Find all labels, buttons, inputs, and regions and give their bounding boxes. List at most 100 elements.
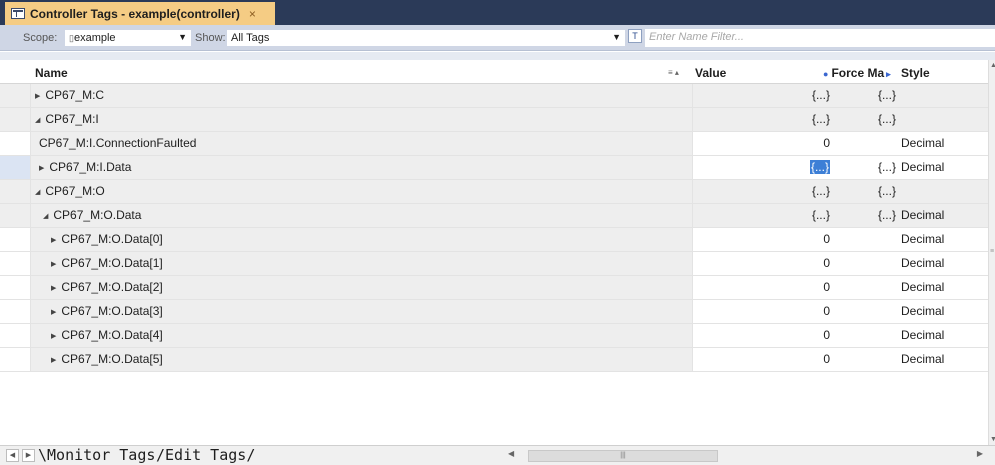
row-selector[interactable]	[0, 300, 31, 323]
value-cell[interactable]: {...}	[692, 156, 838, 179]
value-cell[interactable]: 0	[692, 324, 838, 347]
force-cell[interactable]: {...}	[838, 156, 898, 179]
table-row[interactable]: ▶ CP67_M:O.Data[1] 0 Decimal	[0, 252, 988, 276]
table-row[interactable]: ◢ CP67_M:O {...} {...}	[0, 180, 988, 204]
filter-icon[interactable]: T	[628, 29, 642, 43]
style-cell[interactable]: Decimal	[898, 228, 988, 251]
table-row[interactable]: CP67_M:I.ConnectionFaulted 0 Decimal	[0, 132, 988, 156]
scroll-right-icon[interactable]: ▶	[977, 449, 983, 458]
force-cell[interactable]	[838, 300, 898, 323]
style-cell[interactable]: Decimal	[898, 300, 988, 323]
name-cell: ▶ CP67_M:I.Data	[31, 156, 692, 179]
style-cell[interactable]	[898, 84, 988, 107]
force-cell[interactable]	[838, 348, 898, 371]
row-selector[interactable]	[0, 180, 31, 203]
value-cell[interactable]: {...}	[692, 108, 838, 131]
collapse-arrow-icon[interactable]: ◢	[35, 189, 40, 196]
scroll-down-icon[interactable]: ▼	[990, 436, 995, 443]
row-selector[interactable]	[0, 324, 31, 347]
value-cell[interactable]: 0	[692, 348, 838, 371]
tab-controller-tags[interactable]: Controller Tags - example(controller) ×	[5, 2, 275, 25]
row-selector[interactable]	[0, 132, 31, 155]
tag-grid: Name ≡ ▴ Value ● Force Ma ▸ Style ▶ CP67_M:…	[0, 60, 988, 445]
style-cell[interactable]	[898, 108, 988, 131]
row-selector[interactable]	[0, 228, 31, 251]
tab-monitor-tags[interactable]: \Monitor Tags	[38, 446, 155, 464]
collapse-arrow-icon[interactable]: ◢	[43, 213, 48, 220]
name-cell: ◢ CP67_M:I	[35, 112, 99, 126]
value-cell[interactable]: 0	[692, 252, 838, 275]
row-selector[interactable]	[0, 276, 31, 299]
force-cell[interactable]: {...}	[838, 204, 898, 227]
expand-arrow-icon[interactable]: ▶	[51, 237, 56, 244]
style-cell[interactable]	[898, 180, 988, 203]
horizontal-scrollbar[interactable]: ◀ ||| ▶	[508, 449, 983, 463]
expand-arrow-icon[interactable]: ▶	[51, 261, 56, 268]
row-selector[interactable]	[0, 84, 31, 107]
name-cell: ▶ CP67_M:O.Data[0]	[31, 228, 692, 251]
value-cell[interactable]: {...}	[692, 204, 838, 227]
scroll-grip-icon[interactable]: ≡	[990, 248, 994, 255]
collapse-arrow-icon[interactable]: ◢	[35, 117, 40, 124]
row-selector[interactable]	[0, 204, 31, 227]
force-cell[interactable]: {...}	[838, 108, 898, 131]
style-cell[interactable]: Decimal	[898, 324, 988, 347]
table-row[interactable]: ▶ CP67_M:O.Data[4] 0 Decimal	[0, 324, 988, 348]
value-cell[interactable]: 0	[692, 132, 838, 155]
close-icon[interactable]: ×	[249, 7, 256, 21]
column-header-name[interactable]: Name	[35, 66, 68, 80]
vertical-scrollbar[interactable]: ▲ ≡ ▼	[988, 60, 995, 445]
table-row[interactable]: ▶ CP67_M:O.Data[2] 0 Decimal	[0, 276, 988, 300]
value-cell[interactable]: 0	[692, 300, 838, 323]
column-header-force-mask[interactable]: ● Force Ma ▸	[823, 66, 894, 80]
show-dropdown[interactable]: All Tags ▼	[226, 29, 626, 47]
tab-next-icon[interactable]: ▶	[22, 449, 35, 462]
expand-arrow-icon[interactable]: ▶	[35, 93, 40, 100]
scroll-left-icon[interactable]: ◀	[508, 449, 514, 458]
style-cell[interactable]: Decimal	[898, 156, 988, 179]
sort-icon[interactable]: ≡ ▴	[668, 68, 679, 77]
expand-arrow-icon[interactable]: ▶	[51, 309, 56, 316]
style-cell[interactable]: Decimal	[898, 276, 988, 299]
value-cell[interactable]: 0	[692, 228, 838, 251]
force-cell[interactable]	[838, 252, 898, 275]
table-row[interactable]: ◢ CP67_M:I {...} {...}	[0, 108, 988, 132]
style-cell[interactable]: Decimal	[898, 204, 988, 227]
force-cell[interactable]: {...}	[838, 84, 898, 107]
expand-arrow-icon[interactable]: ▶	[51, 333, 56, 340]
expand-arrow-icon[interactable]: ▶	[51, 285, 56, 292]
column-header-style[interactable]: Style	[901, 66, 930, 80]
value-cell[interactable]: {...}	[692, 180, 838, 203]
scope-dropdown[interactable]: ▯example ▼	[64, 29, 192, 47]
name-cell: ◢ CP67_M:O.Data	[43, 208, 142, 222]
table-row[interactable]: ▶ CP67_M:I.Data {...} {...} Decimal	[0, 156, 988, 180]
scroll-up-icon[interactable]: ▲	[990, 62, 995, 69]
force-cell[interactable]	[838, 228, 898, 251]
row-selector[interactable]	[0, 348, 31, 371]
table-row[interactable]: ▶ CP67_M:O.Data[5] 0 Decimal	[0, 348, 988, 372]
style-cell[interactable]: Decimal	[898, 252, 988, 275]
table-row[interactable]: ◢ CP67_M:O.Data {...} {...} Decimal	[0, 204, 988, 228]
force-cell[interactable]	[838, 276, 898, 299]
tab-prev-icon[interactable]: ◀	[6, 449, 19, 462]
table-row[interactable]: ▶ CP67_M:O.Data[3] 0 Decimal	[0, 300, 988, 324]
expand-arrow-icon[interactable]: ▶	[39, 165, 44, 172]
tab-edit-tags[interactable]: /Edit Tags/	[156, 446, 255, 464]
row-selector[interactable]	[0, 252, 31, 275]
value-cell[interactable]: {...}	[692, 84, 838, 107]
table-row[interactable]: ▶ CP67_M:C {...} {...}	[0, 84, 988, 108]
row-selector[interactable]	[0, 108, 31, 131]
expand-arrow-icon[interactable]: ▶	[51, 357, 56, 364]
row-selector[interactable]	[0, 156, 31, 179]
style-cell[interactable]: Decimal	[898, 132, 988, 155]
document-tab-strip: Controller Tags - example(controller) ×	[0, 0, 995, 25]
table-row[interactable]: ▶ CP67_M:O.Data[0] 0 Decimal	[0, 228, 988, 252]
force-cell[interactable]: {...}	[838, 180, 898, 203]
value-cell[interactable]: 0	[692, 276, 838, 299]
force-cell[interactable]	[838, 132, 898, 155]
scroll-thumb[interactable]: |||	[528, 450, 718, 462]
name-filter-input[interactable]: Enter Name Filter...	[645, 29, 995, 47]
column-header-value[interactable]: Value	[695, 66, 726, 80]
force-cell[interactable]	[838, 324, 898, 347]
style-cell[interactable]: Decimal	[898, 348, 988, 371]
